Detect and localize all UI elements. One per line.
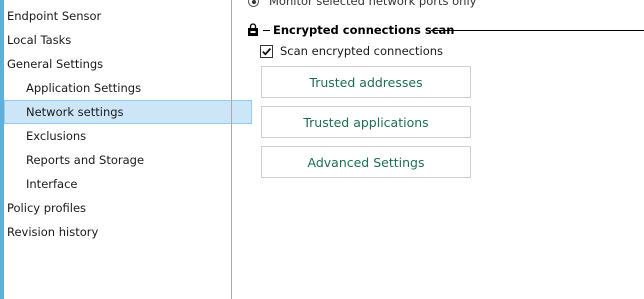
sidebar-item-endpoint-sensor[interactable]: Endpoint Sensor	[4, 5, 233, 27]
section-dash	[263, 30, 270, 31]
section-title: Encrypted connections scan	[273, 23, 455, 37]
advanced-settings-button[interactable]: Advanced Settings	[261, 146, 471, 178]
sidebar-item-policy-profiles[interactable]: Policy profiles	[4, 197, 233, 219]
trusted-applications-button[interactable]: Trusted applications	[261, 106, 471, 138]
encrypted-connections-section-header: Encrypted connections scan	[248, 21, 644, 39]
settings-sidebar: Endpoint Sensor Local Tasks General Sett…	[4, 0, 252, 299]
trusted-addresses-button[interactable]: Trusted addresses	[261, 66, 471, 98]
monitor-selected-ports-label: Monitor selected network ports only	[269, 0, 477, 8]
network-settings-panel: Monitor selected network ports only Encr…	[232, 0, 644, 299]
lock-icon[interactable]	[248, 23, 258, 36]
scan-encrypted-connections-checkbox[interactable]: Scan encrypted connections	[260, 43, 443, 59]
sidebar-item-reports-and-storage[interactable]: Reports and Storage	[4, 149, 252, 171]
section-rule	[431, 30, 644, 31]
sidebar-item-exclusions[interactable]: Exclusions	[4, 125, 252, 147]
sidebar-item-interface[interactable]: Interface	[4, 173, 252, 195]
sidebar-item-network-settings[interactable]: Network settings	[4, 100, 252, 124]
radio-selected-icon[interactable]	[248, 0, 259, 7]
sidebar-item-general-settings[interactable]: General Settings	[4, 53, 233, 75]
sidebar-item-local-tasks[interactable]: Local Tasks	[4, 29, 233, 51]
sidebar-item-application-settings[interactable]: Application Settings	[4, 77, 252, 99]
monitor-selected-ports-radio[interactable]: Monitor selected network ports only	[248, 0, 476, 8]
sidebar-item-revision-history[interactable]: Revision history	[4, 221, 233, 243]
checkbox-checked-icon[interactable]	[260, 45, 273, 58]
scan-encrypted-connections-label: Scan encrypted connections	[280, 44, 444, 58]
